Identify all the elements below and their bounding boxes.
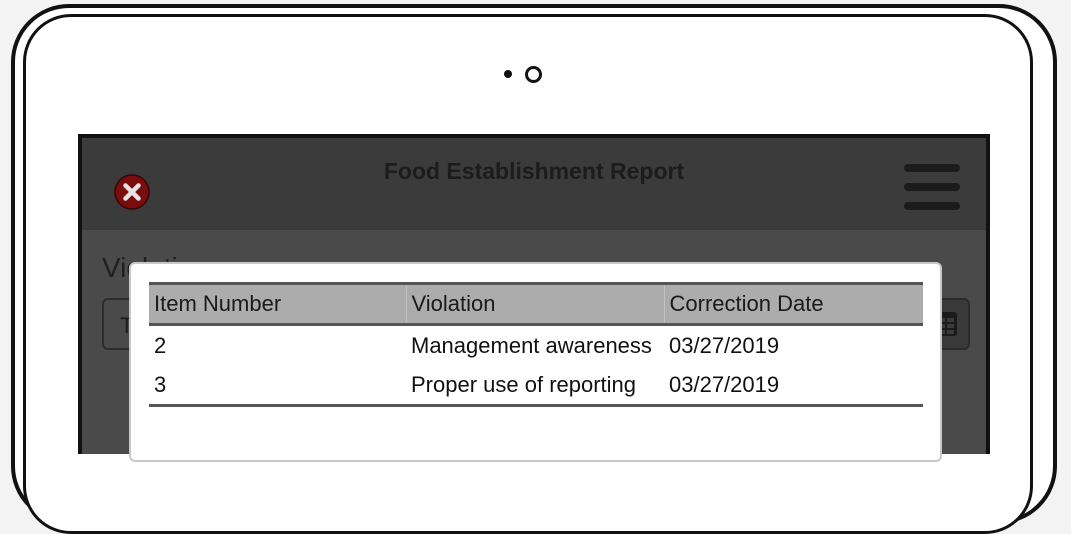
page-title: Food Establishment Report bbox=[383, 158, 685, 184]
column-header-correction-date[interactable]: Correction Date bbox=[664, 282, 923, 326]
camera-lens bbox=[525, 66, 542, 83]
item-number-cell: 2 bbox=[154, 332, 167, 358]
violation-cell: Proper use of reporting bbox=[406, 365, 664, 407]
sensor-dot bbox=[504, 70, 512, 78]
menu-bar bbox=[904, 183, 960, 191]
menu-bar bbox=[904, 164, 960, 172]
app-header: Food Establishment Report bbox=[82, 138, 986, 230]
correction-date-cell: 03/27/2019 bbox=[664, 365, 923, 407]
column-header-violation[interactable]: Violation bbox=[406, 282, 665, 326]
item-number-cell: 3 bbox=[149, 365, 406, 407]
table-row[interactable]: 3 Proper use of reporting 03/27/2019 bbox=[149, 365, 923, 407]
table-row[interactable]: 2 Management awareness 03/27/2019 bbox=[149, 325, 923, 366]
column-header-item-number[interactable]: Item Number bbox=[149, 282, 407, 326]
menu-bar bbox=[904, 202, 960, 210]
correction-date-cell: 03/27/2019 bbox=[669, 332, 780, 358]
violations-table: Item Number Violation Correction Date 2 … bbox=[149, 282, 923, 407]
table-header-row: Item Number Violation Correction Date bbox=[149, 282, 923, 326]
violations-modal: Item Number Violation Correction Date 2 … bbox=[129, 262, 942, 462]
violations-table-wrapper: Item Number Violation Correction Date 2 … bbox=[149, 282, 923, 407]
hamburger-menu-icon[interactable] bbox=[904, 164, 960, 212]
violation-cell: Management awareness bbox=[411, 332, 652, 358]
